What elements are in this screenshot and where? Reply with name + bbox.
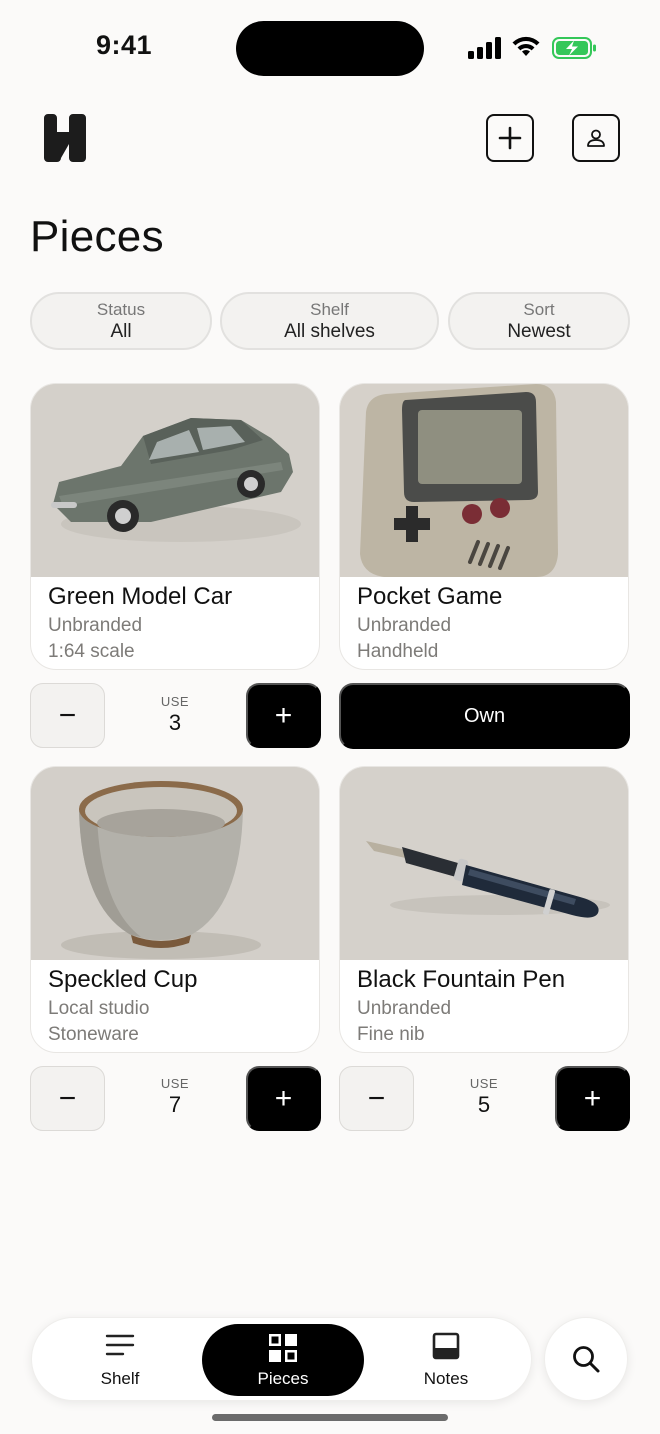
tab-label: Notes (423, 1369, 469, 1388)
piece-brand: Unbranded (48, 615, 143, 636)
decrease-use-button[interactable]: − (30, 1066, 105, 1131)
piece-detail: Stoneware (48, 1024, 139, 1045)
increase-use-button[interactable]: + (555, 1066, 630, 1131)
piece-brand: Unbranded (357, 615, 452, 636)
filter-value: All shelves (284, 321, 375, 342)
filter-value: Newest (507, 321, 571, 342)
increase-use-button[interactable]: + (246, 683, 321, 748)
tab-notes[interactable]: Notes (388, 1318, 504, 1402)
status-bar: 9:41 (0, 0, 660, 96)
minus-icon: − (58, 698, 77, 732)
tab-bar: Shelf Pieces Notes (31, 1317, 532, 1401)
filter-label: Sort (523, 300, 555, 319)
signal-icon (468, 37, 502, 59)
piece-brand: Local studio (48, 998, 150, 1019)
use-count: 7 (168, 1092, 182, 1117)
status-filter[interactable]: Status All (30, 292, 212, 350)
search-button[interactable] (544, 1317, 628, 1401)
use-label: USE (160, 1076, 190, 1091)
plus-icon: + (583, 1081, 602, 1115)
plus-icon: + (274, 1081, 293, 1115)
use-label: USE (469, 1076, 499, 1091)
piece-photo (31, 384, 319, 577)
use-label: USE (160, 694, 190, 709)
page-title: Pieces (30, 212, 164, 261)
tab-pieces[interactable]: Pieces (202, 1324, 364, 1396)
piece-card[interactable]: Green Model Car Unbranded 1:64 scale (30, 383, 320, 670)
piece-detail: 1:64 scale (48, 641, 135, 662)
tab-shelf[interactable]: Shelf (62, 1318, 178, 1402)
use-count: 3 (168, 710, 182, 735)
decrease-use-button[interactable]: − (339, 1066, 414, 1131)
minus-icon: − (367, 1081, 386, 1115)
minus-icon: − (58, 1081, 77, 1115)
grid-icon (269, 1334, 297, 1362)
increase-use-button[interactable]: + (246, 1066, 321, 1131)
dynamic-island (236, 21, 424, 76)
piece-detail: Handheld (357, 641, 439, 662)
piece-card[interactable]: Speckled Cup Local studio Stoneware (30, 766, 320, 1053)
piece-card[interactable]: Black Fountain Pen Unbranded Fine nib (339, 766, 629, 1053)
use-counter: USE 5 (454, 1076, 514, 1118)
user-icon (587, 129, 605, 147)
decrease-use-button[interactable]: − (30, 683, 105, 748)
tab-label: Pieces (257, 1369, 309, 1388)
filter-label: Shelf (310, 300, 349, 319)
home-indicator (212, 1414, 448, 1421)
shelf-filter[interactable]: Shelf All shelves (220, 292, 439, 350)
own-button[interactable]: Own (339, 683, 630, 749)
piece-card[interactable]: Pocket Game Unbranded Handheld (339, 383, 629, 670)
add-piece-button[interactable] (486, 114, 534, 162)
app-logo (44, 114, 86, 162)
piece-photo (31, 767, 319, 960)
menu-lines-icon (105, 1334, 135, 1356)
piece-name: Green Model Car (48, 583, 233, 610)
plus-square-icon (498, 126, 522, 150)
plus-icon: + (274, 698, 293, 732)
status-time: 9:41 (96, 30, 153, 60)
profile-button[interactable] (572, 114, 620, 162)
use-counter: USE 7 (145, 1076, 205, 1118)
piece-detail: Fine nib (357, 1024, 425, 1045)
use-count: 5 (477, 1092, 491, 1117)
piece-photo (340, 384, 628, 577)
sort-filter[interactable]: Sort Newest (448, 292, 630, 350)
battery-icon (552, 37, 596, 59)
note-icon (432, 1332, 460, 1360)
piece-name: Black Fountain Pen (357, 966, 566, 993)
use-counter: USE 3 (145, 694, 205, 736)
piece-brand: Unbranded (357, 998, 452, 1019)
wifi-icon (512, 36, 540, 56)
piece-name: Speckled Cup (48, 966, 198, 993)
piece-photo (340, 767, 628, 960)
tab-label: Shelf (100, 1369, 140, 1388)
piece-name: Pocket Game (357, 583, 503, 610)
filter-label: Status (96, 300, 146, 319)
filter-value: All (110, 321, 132, 342)
search-icon (573, 1346, 600, 1373)
